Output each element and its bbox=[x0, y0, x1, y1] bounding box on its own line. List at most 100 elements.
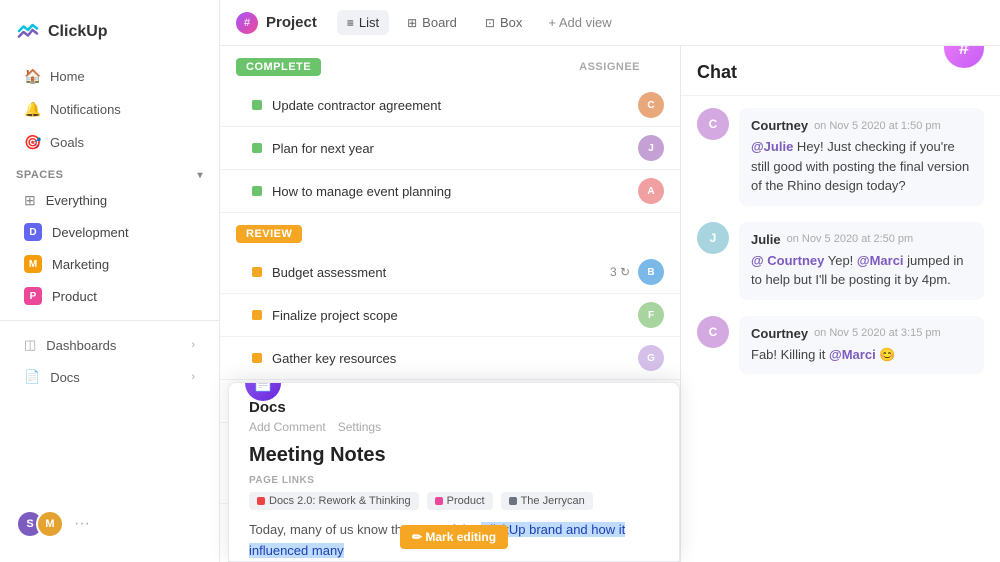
sidebar-item-docs[interactable]: 📄 Docs › bbox=[8, 362, 211, 392]
link-label-1: Product bbox=[447, 495, 485, 507]
sidebar-divider bbox=[0, 320, 219, 321]
topbar: # Project ≡ List ⊞ Board ⊡ Box + Add vie… bbox=[220, 0, 1000, 46]
dashboards-chevron: › bbox=[191, 339, 195, 351]
sidebar-item-dashboards[interactable]: ◫ Dashboards › bbox=[8, 330, 211, 360]
mention-courtney: @ Courtney bbox=[751, 253, 824, 268]
chat-bubble-2: Julie on Nov 5 2020 at 2:50 pm @ Courtne… bbox=[739, 222, 984, 300]
task-dot bbox=[252, 310, 262, 320]
chat-bubble-1: Courtney on Nov 5 2020 at 1:50 pm @Julie… bbox=[739, 108, 984, 206]
chat-messages-list: C Courtney on Nov 5 2020 at 1:50 pm @Jul… bbox=[681, 96, 1000, 562]
chat-author-1: Courtney bbox=[751, 118, 808, 133]
dashboards-label: Dashboards bbox=[46, 338, 116, 353]
task-name: How to manage event planning bbox=[272, 184, 638, 199]
box-icon: ⊡ bbox=[485, 16, 495, 30]
chat-author-3: Courtney bbox=[751, 326, 808, 341]
task-avatar: J bbox=[638, 135, 664, 161]
add-comment-link[interactable]: Add Comment bbox=[249, 420, 326, 434]
bell-icon: 🔔 bbox=[24, 101, 40, 118]
task-dot bbox=[252, 100, 262, 110]
chat-message-1: C Courtney on Nov 5 2020 at 1:50 pm @Jul… bbox=[697, 108, 984, 206]
chat-avatar-courtney-2: C bbox=[697, 316, 729, 348]
docs-actions: Add Comment Settings bbox=[249, 420, 659, 434]
home-icon: 🏠 bbox=[24, 68, 40, 85]
page-link-1[interactable]: Product bbox=[427, 492, 493, 510]
spaces-section-header: Spaces ▾ bbox=[0, 159, 219, 185]
docs-nav-icon: 📄 bbox=[24, 369, 40, 385]
development-dot: D bbox=[24, 223, 42, 241]
sidebar-marketing-label: Marketing bbox=[52, 257, 109, 272]
board-tab-label: Board bbox=[422, 15, 457, 30]
task-dot bbox=[252, 267, 262, 277]
assignee-column-header: ASSIGNEE bbox=[579, 61, 664, 73]
sidebar-item-everything[interactable]: ⊞ Everything bbox=[8, 186, 211, 215]
page-link-2[interactable]: The Jerrycan bbox=[501, 492, 593, 510]
task-name: Budget assessment bbox=[272, 265, 610, 280]
spaces-chevron-icon[interactable]: ▾ bbox=[197, 170, 203, 181]
tab-box[interactable]: ⊡ Box bbox=[475, 10, 532, 35]
sidebar: ClickUp 🏠 Home 🔔 Notifications 🎯 Goals S… bbox=[0, 0, 220, 562]
avatar-m: M bbox=[36, 510, 64, 538]
chat-bubble-3: Courtney on Nov 5 2020 at 3:15 pm Fab! K… bbox=[739, 316, 984, 375]
box-tab-label: Box bbox=[500, 15, 522, 30]
sidebar-item-goals[interactable]: 🎯 Goals bbox=[8, 127, 211, 158]
sidebar-item-home[interactable]: 🏠 Home bbox=[8, 61, 211, 92]
task-dot bbox=[252, 143, 262, 153]
sidebar-home-label: Home bbox=[50, 69, 85, 84]
link-dot-0 bbox=[257, 497, 265, 505]
sidebar-item-marketing[interactable]: M Marketing bbox=[8, 249, 211, 279]
mark-editing-label: ✏ Mark editing bbox=[412, 530, 496, 544]
logo-area: ClickUp bbox=[0, 12, 219, 60]
task-row[interactable]: Gather key resources G bbox=[220, 337, 680, 380]
mention-julie: @Julie bbox=[751, 139, 793, 154]
page-links-label: PAGE LINKS bbox=[249, 475, 659, 486]
sidebar-product-label: Product bbox=[52, 289, 97, 304]
list-tab-label: List bbox=[359, 15, 379, 30]
chat-avatar-courtney: C bbox=[697, 108, 729, 140]
task-row[interactable]: Finalize project scope F bbox=[220, 294, 680, 337]
chat-meta-1: Courtney on Nov 5 2020 at 1:50 pm bbox=[751, 118, 972, 133]
sidebar-notifications-label: Notifications bbox=[50, 102, 121, 117]
task-row[interactable]: Budget assessment 3 ↻ B bbox=[220, 251, 680, 294]
sidebar-item-product[interactable]: P Product bbox=[8, 281, 211, 311]
tab-board[interactable]: ⊞ Board bbox=[397, 10, 467, 35]
logo-text: ClickUp bbox=[48, 23, 108, 41]
project-icon: # bbox=[236, 12, 258, 34]
chat-author-2: Julie bbox=[751, 232, 781, 247]
task-avatar: G bbox=[638, 345, 664, 371]
task-row[interactable]: Update contractor agreement C bbox=[220, 84, 680, 127]
sidebar-item-notifications[interactable]: 🔔 Notifications bbox=[8, 94, 211, 125]
board-icon: ⊞ bbox=[407, 16, 417, 30]
clickup-logo-icon bbox=[16, 20, 40, 44]
task-avatar: F bbox=[638, 302, 664, 328]
task-row[interactable]: Plan for next year J bbox=[220, 127, 680, 170]
mark-editing-button[interactable]: ✏ Mark editing bbox=[400, 525, 508, 549]
tab-list[interactable]: ≡ List bbox=[337, 10, 389, 35]
everything-icon: ⊞ bbox=[24, 192, 36, 209]
settings-link[interactable]: Settings bbox=[338, 420, 381, 434]
link-label-0: Docs 2.0: Rework & Thinking bbox=[269, 495, 411, 507]
chat-meta-2: Julie on Nov 5 2020 at 2:50 pm bbox=[751, 232, 972, 247]
docs-heading: Docs bbox=[249, 399, 659, 416]
task-row[interactable]: How to manage event planning A bbox=[220, 170, 680, 213]
page-link-0[interactable]: Docs 2.0: Rework & Thinking bbox=[249, 492, 419, 510]
sidebar-item-development[interactable]: D Development bbox=[8, 217, 211, 247]
chat-avatar-julie: J bbox=[697, 222, 729, 254]
chat-meta-3: Courtney on Nov 5 2020 at 3:15 pm bbox=[751, 326, 972, 341]
page-links-list: Docs 2.0: Rework & Thinking Product The … bbox=[249, 492, 659, 510]
sidebar-footer: S M ··· bbox=[0, 498, 219, 550]
badge-complete: COMPLETE bbox=[236, 58, 321, 76]
link-dot-2 bbox=[509, 497, 517, 505]
sidebar-development-label: Development bbox=[52, 225, 129, 240]
add-view-button[interactable]: + Add view bbox=[540, 10, 619, 35]
footer-dots: ··· bbox=[74, 515, 90, 533]
docs-nav-label: Docs bbox=[50, 370, 80, 385]
task-name: Gather key resources bbox=[272, 351, 638, 366]
docs-overlay: 📄 Docs Add Comment Settings Meeting Note… bbox=[228, 382, 680, 562]
chat-text-2: @ Courtney Yep! @Marci jumped in to help… bbox=[751, 251, 972, 290]
chat-message-3: C Courtney on Nov 5 2020 at 3:15 pm Fab!… bbox=[697, 316, 984, 375]
section-review-header: REVIEW bbox=[220, 213, 680, 251]
user-avatars: S M bbox=[16, 510, 64, 538]
chat-text-1: @Julie Hey! Just checking if you're stil… bbox=[751, 137, 972, 196]
task-name: Update contractor agreement bbox=[272, 98, 638, 113]
task-avatar: C bbox=[638, 92, 664, 118]
